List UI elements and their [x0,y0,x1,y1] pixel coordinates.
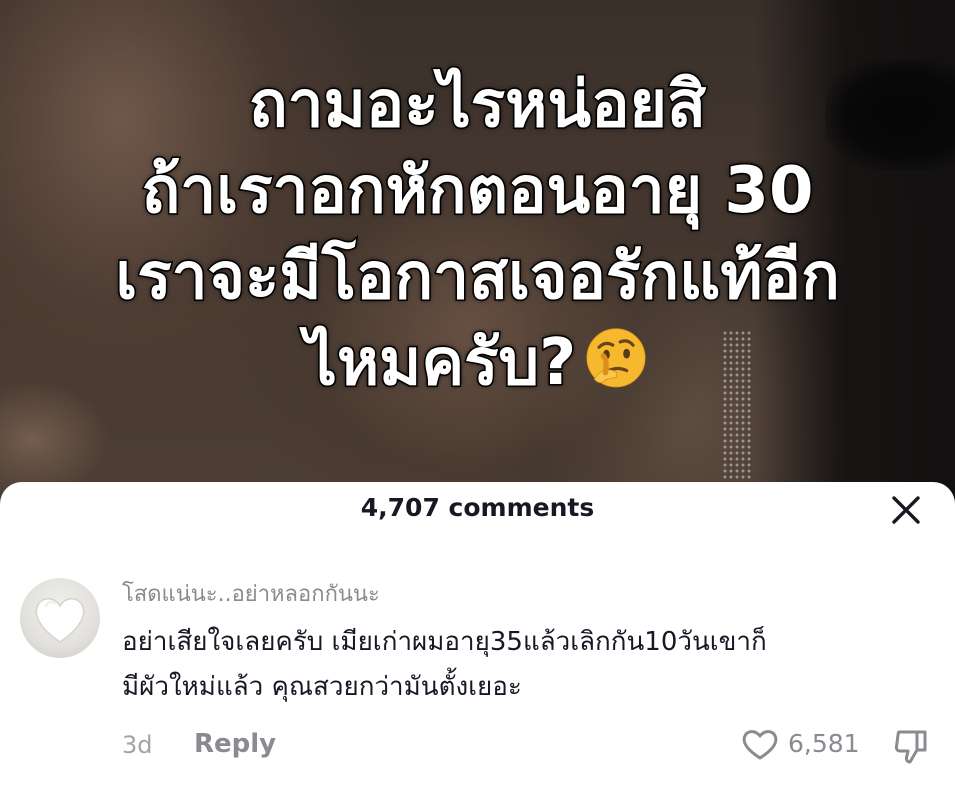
close-button[interactable] [884,488,928,532]
comments-header: 4,707 comments [0,482,955,538]
caption-line-last: ไหมครับ? [0,320,955,406]
white-heart-avatar [35,598,85,643]
comment-text-line: มีผัวใหม่แล้ว คุณสวยกว่ามันตั้งเยอะ [122,672,522,702]
caption-line: เราจะมีโอกาสเจอรักแท้อีก [114,239,841,316]
comment-username[interactable]: โสดแน่นะ..อย่าหลอกกันนะ [122,579,380,611]
caption-line-text: ไหมครับ? [303,325,577,402]
heart-outline-icon [742,730,778,760]
like-button[interactable]: 6,581 [740,724,860,764]
thinking-face-emoji [586,328,646,388]
comment-actions: 3d Reply 6,581 [0,720,955,768]
reply-button[interactable]: Reply [194,728,276,760]
caption-line: ถ้าเราอกหักตอนอายุ 30 [140,153,815,230]
comment-text-line: อย่าเสียใจเลยครับ เมียเก่าผมอายุ35แล้วเล… [122,627,767,657]
close-icon [892,496,920,524]
avatar[interactable] [20,578,100,658]
like-count: 6,581 [788,729,860,758]
caption-line: ถามอะไรหน่อยสิ [247,67,707,144]
comment-timestamp: 3d [122,731,153,759]
comment-item: โสดแน่นะ..อย่าหลอกกันนะ อย่าเสียใจเลยครั… [0,570,955,808]
thumbs-down-icon [894,730,927,764]
comments-sheet: 4,707 comments โสดแน่นะ..อย่าหลอกกันนะ อ… [0,482,955,808]
comments-count: 4,707 comments [360,493,595,522]
comment-text: อย่าเสียใจเลยครับ เมียเก่าผมอายุ35แล้วเล… [122,620,932,710]
video-caption: ถามอะไรหน่อยสิ ถ้าเราอกหักตอนอายุ 30 เรา… [0,62,955,406]
dislike-button[interactable] [888,724,934,768]
video-frame[interactable]: ถามอะไรหน่อยสิ ถ้าเราอกหักตอนอายุ 30 เรา… [0,0,955,500]
